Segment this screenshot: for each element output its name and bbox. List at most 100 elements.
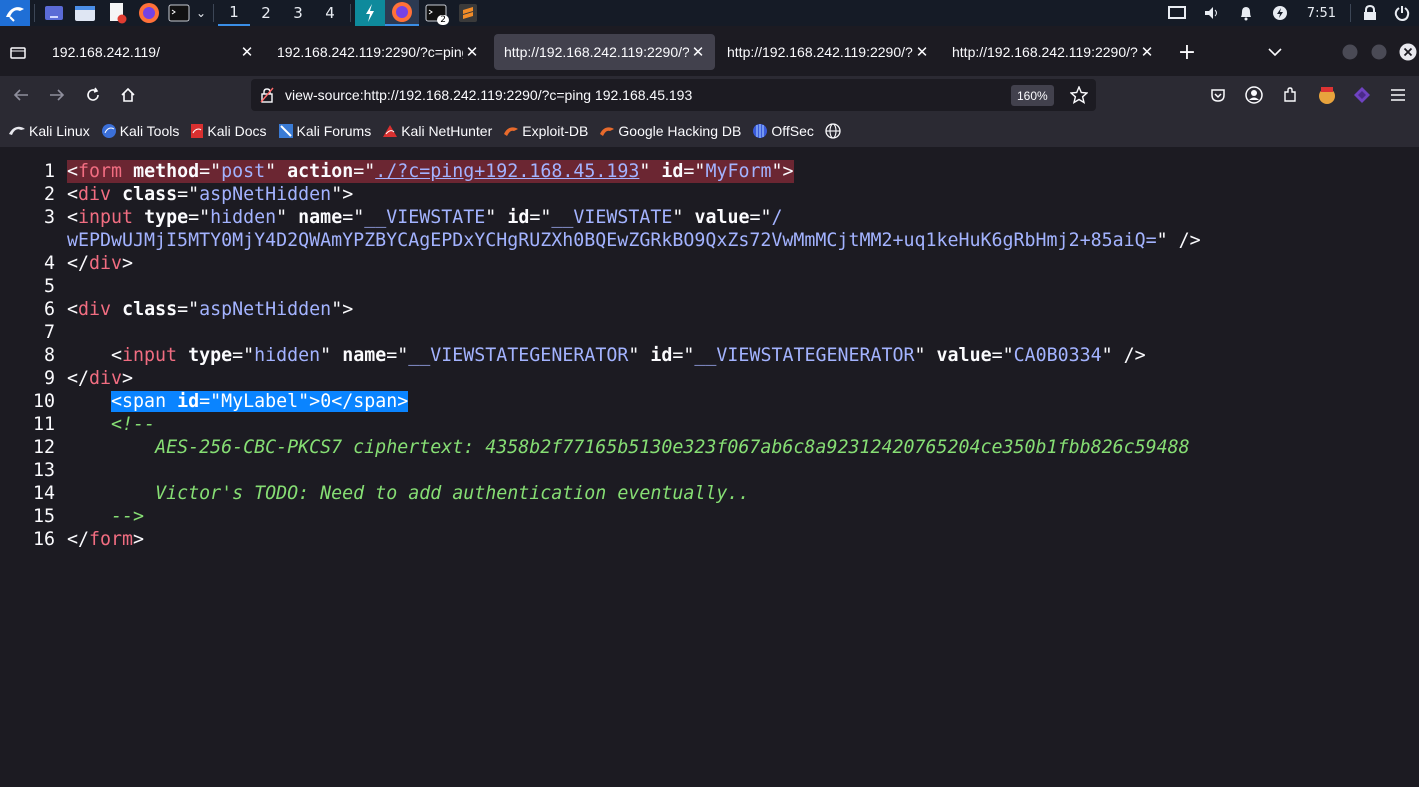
tab-2[interactable]: 192.168.242.119:2290/?c=ping ✕ <box>267 34 489 70</box>
close-window-icon[interactable] <box>1393 37 1419 67</box>
navigation-toolbar: view-source:http://192.168.242.119:2290/… <box>0 76 1419 114</box>
show-desktop-icon[interactable] <box>39 0 69 26</box>
lock-screen-icon[interactable] <box>1355 0 1385 26</box>
firefox-task-icon[interactable] <box>385 0 419 26</box>
form-id-value: MyForm <box>705 161 772 182</box>
close-tab-icon[interactable]: ✕ <box>689 43 707 61</box>
text-editor-icon[interactable] <box>101 0 133 26</box>
source-line-11: <!-- <box>67 413 155 436</box>
notifications-icon[interactable] <box>1229 0 1263 26</box>
bookmark-label: OffSec <box>771 122 814 139</box>
comment-open: <!-- <box>111 414 156 435</box>
tab-4[interactable]: http://192.168.242.119:2290/? ✕ <box>717 34 939 70</box>
foxyproxy-icon[interactable] <box>1312 80 1342 110</box>
extensions-icon[interactable] <box>1275 80 1305 110</box>
comment-close: --> <box>111 506 145 527</box>
workspace-3[interactable]: 3 <box>282 0 314 26</box>
url-bar[interactable]: view-source:http://192.168.242.119:2290/… <box>251 79 1096 111</box>
line-number: 9 <box>43 368 55 389</box>
power-manager-icon[interactable] <box>1263 0 1297 26</box>
terminal-task-icon[interactable]: 2 <box>419 0 453 26</box>
launcher-dropdown-icon[interactable]: ⌄ <box>193 0 209 26</box>
zoom-level-button[interactable]: 160% <box>1011 85 1054 106</box>
forward-arrow-icon[interactable] <box>42 80 72 110</box>
tab-strip: 192.168.242.119/ ✕ 192.168.242.119:2290/… <box>0 32 1419 72</box>
wappalyzer-icon[interactable] <box>1347 80 1377 110</box>
bookmark-google-hacking-db[interactable]: Google Hacking DB <box>599 123 741 139</box>
reload-icon[interactable] <box>78 80 108 110</box>
form-action-link[interactable]: ./?c=ping+192.168.45.193 <box>375 161 639 182</box>
panel-clock[interactable]: 7:51 <box>1297 6 1346 21</box>
panel-separator <box>34 4 35 22</box>
display-icon[interactable] <box>1159 0 1195 26</box>
label-text-value: 0 <box>320 391 332 412</box>
form-method-value: post <box>221 161 266 182</box>
burp-task-icon[interactable] <box>355 0 385 26</box>
bookmark-label: Kali NetHunter <box>401 122 493 139</box>
url-text[interactable]: view-source:http://192.168.242.119:2290/… <box>285 87 692 103</box>
line-number: 5 <box>43 276 55 297</box>
bookmark-kali-tools[interactable]: Kali Tools <box>101 123 179 139</box>
tab-3-active[interactable]: http://192.168.242.119:2290/? ✕ <box>494 34 715 70</box>
volume-icon[interactable] <box>1195 0 1229 26</box>
tab-5[interactable]: http://192.168.242.119:2290/? ✕ <box>942 34 1164 70</box>
kali-menu-icon[interactable] <box>0 0 30 26</box>
line-number: 14 <box>32 483 55 504</box>
workspace-4[interactable]: 4 <box>314 0 346 26</box>
close-tab-icon[interactable]: ✕ <box>913 43 931 61</box>
sublime-task-icon[interactable] <box>453 0 483 26</box>
bookmark-label: Kali Docs <box>207 122 267 139</box>
minimize-window-icon[interactable] <box>1335 37 1365 67</box>
firefox-launcher-icon[interactable] <box>133 0 165 26</box>
account-icon[interactable] <box>1239 80 1269 110</box>
bookmark-offsec[interactable]: OffSec <box>752 123 814 139</box>
back-arrow-icon[interactable] <box>6 80 36 110</box>
offsec-icon <box>753 123 768 138</box>
terminal-launcher-icon[interactable] <box>165 0 193 26</box>
close-tab-icon[interactable]: ✕ <box>238 43 256 61</box>
firefox-view-icon[interactable] <box>3 37 33 67</box>
insecure-page-icon[interactable] <box>260 87 274 107</box>
bookmark-kali-docs[interactable]: Kali Docs <box>190 122 267 139</box>
bookmark-exploit-db[interactable]: Exploit-DB <box>503 123 588 139</box>
viewstate-name-value: __VIEWSTATE <box>364 207 486 228</box>
home-icon[interactable] <box>113 80 143 110</box>
comment-ciphertext: AES-256-CBC-PKCS7 ciphertext: 4358b2f771… <box>155 437 1190 458</box>
bookmark-kali-nethunter[interactable]: Kali NetHunter <box>382 123 492 139</box>
hamburger-menu-icon[interactable] <box>1383 80 1413 110</box>
tab-1[interactable]: 192.168.242.119/ ✕ <box>42 34 264 70</box>
logout-icon[interactable] <box>1385 0 1419 26</box>
pocket-icon[interactable] <box>1203 80 1233 110</box>
close-tab-icon[interactable]: ✕ <box>1138 43 1156 61</box>
source-line-1: <form method="post" action="./?c=ping+19… <box>67 160 794 183</box>
system-tray: 7:51 <box>1159 0 1419 26</box>
div-class-value: aspNetHidden <box>199 299 332 320</box>
workspace-1[interactable]: 1 <box>218 0 250 26</box>
bookmark-kali-forums[interactable]: Kali Forums <box>278 123 371 139</box>
kali-top-panel: ⌄ 1 2 3 4 2 7:51 <box>0 0 1419 26</box>
vsg-value: CA0B0334 <box>1013 345 1102 366</box>
bookmark-kali-linux[interactable]: Kali Linux <box>8 123 90 139</box>
line-number: 3 <box>43 207 55 228</box>
file-manager-icon[interactable] <box>69 0 101 26</box>
bookmark-label: Google Hacking DB <box>618 122 742 139</box>
bookmark-star-icon[interactable] <box>1069 85 1089 108</box>
source-line-2: <div class="aspNetHidden"> <box>67 184 354 205</box>
close-tab-icon[interactable]: ✕ <box>463 43 481 61</box>
list-all-tabs-icon[interactable] <box>1260 37 1290 67</box>
view-source-content[interactable]: 1 2 3 4 5 6 7 8 9 10 11 12 13 14 15 16 <… <box>0 147 1419 787</box>
source-line-15: --> <box>67 505 144 528</box>
line-number: 7 <box>43 322 55 343</box>
globe-icon <box>825 122 841 139</box>
maximize-window-icon[interactable] <box>1364 37 1394 67</box>
bookmark-globe[interactable] <box>825 122 841 139</box>
workspace-2[interactable]: 2 <box>250 0 282 26</box>
bookmark-label: Kali Linux <box>29 122 90 139</box>
viewstate-value-part1: / <box>771 207 783 228</box>
viewstate-value-part2: wEPDwUJMjI5MTY0MjY4D2QWAmYPZBYCAgEPDxYCH… <box>67 230 1157 251</box>
input-type-value: hidden <box>254 345 321 366</box>
source-line-3: <input type="hidden" name="__VIEWSTATE" … <box>67 207 783 228</box>
line-number: 8 <box>43 345 55 366</box>
source-line-10: <span id="MyLabel">0</span> <box>67 390 409 413</box>
new-tab-icon[interactable]: + <box>1172 37 1202 67</box>
